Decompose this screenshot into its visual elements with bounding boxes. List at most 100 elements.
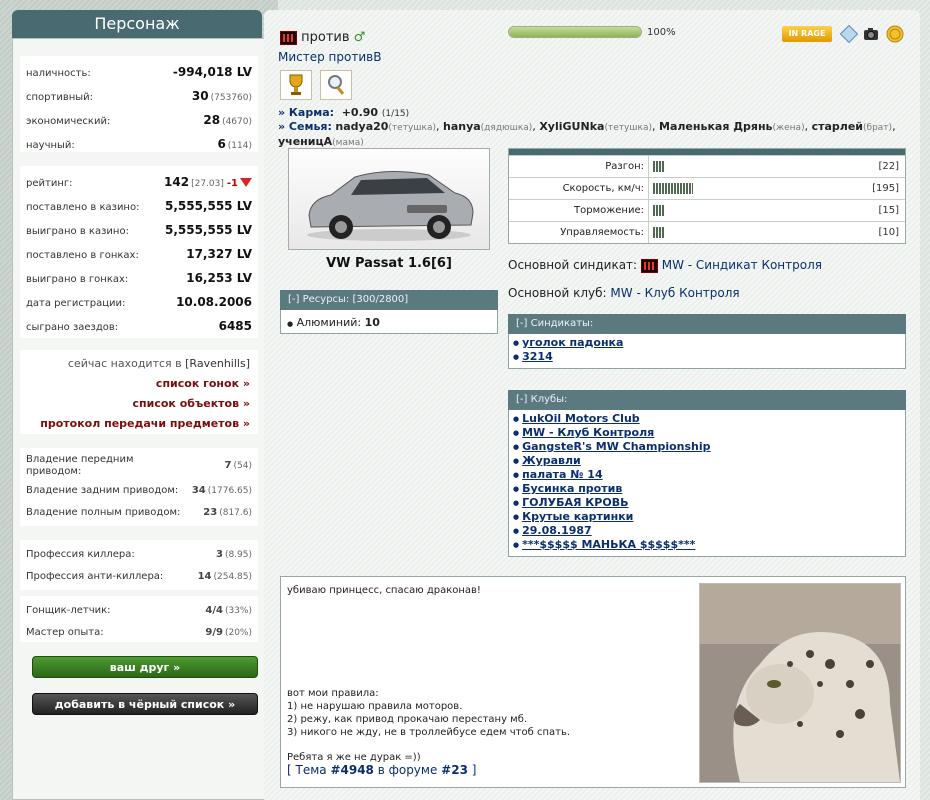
syndicate-link[interactable]: уголок падонка (522, 336, 623, 349)
objects-list-link[interactable]: список объектов » (24, 394, 254, 414)
list-item: ***$$$$$ МАНЬКА $$$$$*** (513, 538, 905, 552)
trophy-icon[interactable] (280, 70, 312, 100)
resources-panel: [-] Ресурсы: [300/2800] ● Алюминий: 10 (280, 290, 498, 334)
syndicate-link[interactable]: 3214 (522, 350, 553, 363)
club-link[interactable]: ГОЛУБАЯ КРОВЬ (522, 496, 628, 509)
main-club-link[interactable]: MW - Клуб Контроля (610, 286, 739, 300)
car-icon (307, 170, 474, 241)
rating-card: рейтинг: 142 [27.03] -1 поставлено в казин… (20, 166, 258, 338)
magnifier-medal-icon[interactable] (320, 70, 352, 100)
list-item: палата № 14 (513, 468, 905, 482)
list-item: ГОЛУБАЯ КРОВЬ (513, 496, 905, 510)
resource-value: 10 (364, 316, 380, 329)
drive-card: Владение передним приводом: 7 (54) Владени… (20, 448, 258, 526)
family-member[interactable]: hanya (443, 120, 481, 133)
family-member[interactable]: Маленькая Дрянь (659, 120, 773, 133)
stat-bar (653, 205, 665, 216)
progress-label: 100% (647, 27, 676, 38)
car-stat-row: Управляемость: [10] (509, 221, 905, 243)
club-link[interactable]: Бусинка против (522, 482, 622, 495)
race-list-link[interactable]: список гонок » (24, 374, 254, 394)
family-member[interactable]: XyliGUNka (539, 120, 604, 133)
achievement-row: Гонщик-летчик: 4/4 (33%) (26, 605, 252, 616)
resources-toggle[interactable]: [-] Ресурсы: [300/2800] (280, 290, 498, 310)
profession-card: Профессия киллера: 3 (8.95) Профессия анти… (20, 540, 258, 590)
family-member[interactable]: nadya20 (335, 120, 388, 133)
profession-row: Профессия анти-киллера: 14 (254.85) (26, 571, 252, 582)
stat-bar (653, 227, 665, 238)
stat-bar (653, 161, 665, 172)
diamond-icon[interactable] (840, 25, 858, 43)
arrow-down-icon (240, 178, 252, 187)
club-link[interactable]: Журавли (522, 454, 581, 467)
list-item: MW - Клуб Контроля (513, 426, 905, 440)
stat-row: выиграно в казино: 5,555,555 LV (26, 223, 252, 237)
achievements-card: Гонщик-летчик: 4/4 (33%) Мастер опыта: 9/9(… (20, 596, 258, 642)
syndicates-toggle[interactable]: [-] Синдикаты: (508, 314, 906, 334)
forum-link-line[interactable]: [ Тема #4948 в форуме #23 ] (287, 764, 570, 777)
list-item: Крутые картинки (513, 510, 905, 524)
main-syndicate-line: Основной синдикат: MW - Синдикат Контрол… (508, 258, 822, 273)
syndicate-icon (280, 30, 297, 45)
car-stat-row: Разгон: [22] (509, 155, 905, 177)
profile-nick[interactable]: против (301, 30, 349, 45)
car-image[interactable] (288, 148, 490, 250)
family-member[interactable]: старлей (812, 120, 863, 133)
stat-row: поставлено в казино: 5,555,555 LV (26, 199, 252, 213)
rating-row: рейтинг: 142 [27.03] -1 (24, 170, 254, 194)
sport-value: 30 (753760) (191, 89, 252, 103)
money-value: -994,018 LV (172, 65, 252, 79)
camera-icon[interactable] (862, 25, 880, 43)
coin-icon[interactable] (886, 25, 904, 43)
club-link[interactable]: Крутые картинки (522, 510, 633, 523)
list-item: 29.08.1987 (513, 524, 905, 538)
stat-bar (653, 183, 693, 194)
rage-badge[interactable]: IN RAGE (782, 26, 832, 42)
family-member[interactable]: ученицА (278, 135, 332, 148)
transfer-protocol-link[interactable]: протокол передачи предметов » (24, 414, 254, 434)
money-label: наличность: (26, 68, 91, 79)
club-link[interactable]: GangsteR's MW Championship (522, 440, 710, 453)
left-panel-title: Персонаж (12, 10, 262, 38)
list-item: GangsteR's MW Championship (513, 440, 905, 454)
avatar-image (699, 583, 901, 783)
list-item: 3214 (513, 350, 905, 364)
stat-row: сыграно заездов: 6485 (26, 319, 252, 333)
karma-value: +0.90 (341, 106, 379, 119)
about-box: убиваю принцесс, спасаю драконав! вот мо… (280, 576, 906, 788)
science-value: 6 (114) (217, 137, 252, 151)
location-city: [Ravenhills] (185, 357, 250, 370)
club-link[interactable]: 29.08.1987 (522, 524, 592, 537)
about-line1: убиваю принцесс, спасаю драконав! (287, 585, 481, 596)
friend-button[interactable]: ваш друг » (32, 656, 258, 678)
science-row: научный: 6 (114) (24, 132, 254, 156)
list-item: Бусинка против (513, 482, 905, 496)
main-syndicate-link[interactable]: MW - Синдикат Контроля (662, 258, 822, 272)
club-link[interactable]: LukOil Motors Club (522, 412, 640, 425)
profession-row: Профессия киллера: 3 (8.95) (26, 549, 252, 560)
list-item: Журавли (513, 454, 905, 468)
clubs-toggle[interactable]: [-] Клубы: (508, 390, 906, 410)
progress-track (508, 26, 642, 38)
blacklist-button[interactable]: добавить в чёрный список » (32, 693, 258, 715)
location-card: сейчас находится в [Ravenhills] список г… (20, 350, 258, 434)
male-icon: ♂ (353, 30, 366, 45)
drive-row: Владение передним приводом: 7 (54) (26, 454, 252, 477)
achievement-row: Мастер опыта: 9/9 (20%) (26, 627, 252, 638)
stat-row: поставлено в гонках: 17,327 LV (26, 247, 252, 261)
money-card: наличность: -994,018 LV спортивный: 30 (753… (20, 56, 258, 152)
main-club-line: Основной клуб: MW - Клуб Контроля (508, 286, 740, 300)
drive-row: Владение задним приводом: 34 (1776.65) (26, 485, 252, 496)
car-stat-row: Торможение: [15] (509, 199, 905, 221)
club-link[interactable]: MW - Клуб Контроля (522, 426, 654, 439)
sport-row: спортивный: 30 (753760) (24, 84, 254, 108)
syndicates-panel: [-] Синдикаты: уголок падонка3214 (508, 314, 906, 369)
progress-bar (508, 26, 642, 38)
resources-body: ● Алюминий: 10 (280, 310, 498, 334)
club-link[interactable]: ***$$$$$ МАНЬКА $$$$$*** (522, 538, 695, 551)
club-link[interactable]: палата № 14 (522, 468, 603, 481)
science-label: научный: (26, 140, 75, 151)
car-stat-row: Скорость, км/ч: [195] (509, 177, 905, 199)
syndicate-icon (640, 258, 658, 273)
money-row: наличность: -994,018 LV (24, 60, 254, 84)
